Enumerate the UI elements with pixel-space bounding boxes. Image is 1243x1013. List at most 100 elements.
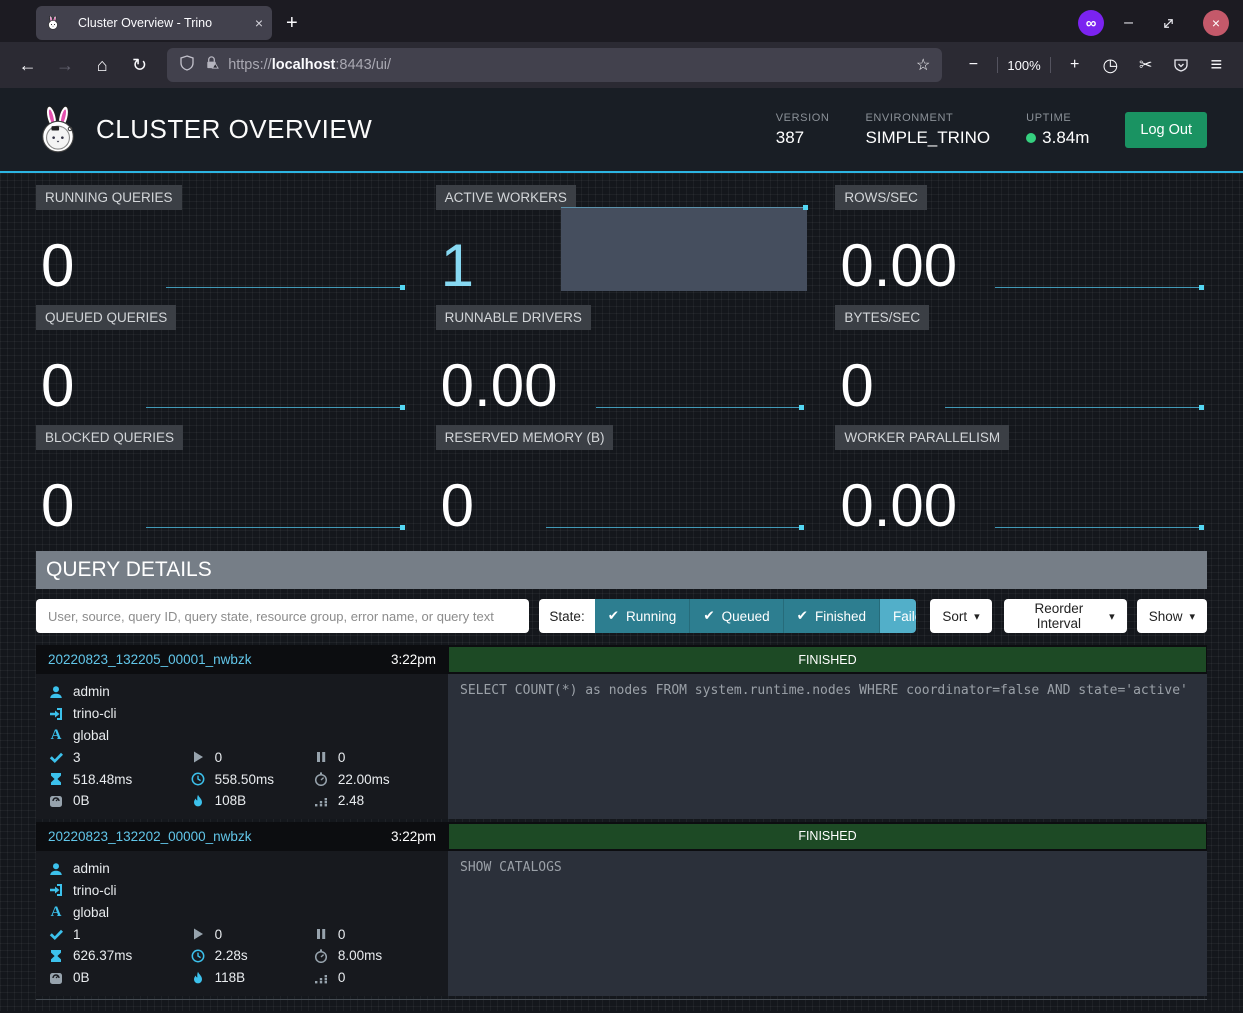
lock-warning-icon[interactable] <box>204 55 219 75</box>
stat-label: RUNNABLE DRIVERS <box>436 305 591 330</box>
show-dropdown[interactable]: Show ▾ <box>1137 599 1207 633</box>
stat-label: BLOCKED QUERIES <box>36 425 183 450</box>
check-icon: ✔ <box>703 608 714 624</box>
query-details-heading: QUERY DETAILS <box>36 551 1207 589</box>
stat-value: 0 <box>840 354 873 417</box>
url-text: https://localhost:8443/ui/ <box>228 57 391 73</box>
wall-time-icon <box>48 949 64 963</box>
stat-value: 0.00 <box>840 474 957 537</box>
stat-label: BYTES/SEC <box>835 305 929 330</box>
query-row: 20220823_132205_00001_nwbzk 3:22pm FINIS… <box>36 645 1207 819</box>
query-row: 20220823_132202_00000_nwbzk 3:22pm FINIS… <box>36 822 1207 996</box>
window-controls: ∞ – × <box>1078 8 1229 38</box>
query-source: trino-cli <box>73 883 117 898</box>
window-close-button[interactable]: × <box>1203 10 1229 36</box>
tab-close-icon[interactable]: × <box>255 15 263 31</box>
trino-bunny-favicon <box>45 16 61 30</box>
cpu-time-icon <box>313 772 329 786</box>
browser-tab[interactable]: Cluster Overview - Trino × <box>36 6 272 40</box>
query-search-input[interactable] <box>36 599 529 633</box>
stat-label: RUNNING QUERIES <box>36 185 182 210</box>
state-filter-running[interactable]: ✔ Running <box>595 599 690 633</box>
query-status-badge: FINISHED <box>449 647 1206 672</box>
private-browsing-icon: ∞ <box>1078 10 1104 36</box>
chevron-down-icon: ▾ <box>974 610 980 623</box>
stat-label: ROWS/SEC <box>835 185 927 210</box>
forward-icon[interactable]: → <box>49 50 80 80</box>
menu-icon[interactable]: ≡ <box>1202 50 1231 80</box>
sparkline <box>166 287 404 288</box>
running-splits-icon <box>190 927 206 941</box>
query-user: admin <box>73 861 110 876</box>
sparkline <box>546 527 804 528</box>
sparkline-area <box>561 207 808 291</box>
bookmark-star-icon[interactable]: ☆ <box>916 55 930 75</box>
history-icon[interactable]: ◷ <box>1096 50 1125 80</box>
state-filter-failed-dropdown[interactable]: Failed ▾ <box>879 599 916 633</box>
logout-button[interactable]: Log Out <box>1125 112 1207 148</box>
query-id-link[interactable]: 20220823_132202_00000_nwbzk <box>48 829 251 844</box>
query-source: trino-cli <box>73 706 117 721</box>
stat-card-runnable-drivers: RUNNABLE DRIVERS 0.00 <box>436 305 808 417</box>
state-filter-queued[interactable]: ✔ Queued <box>689 599 782 633</box>
home-icon[interactable]: ⌂ <box>87 50 118 80</box>
sparkline <box>995 527 1203 528</box>
chevron-down-icon: ▾ <box>1189 610 1195 623</box>
stat-value: 0 <box>41 234 74 297</box>
query-filter-toolbar: State: ✔ Running ✔ Queued ✔ Finished Fa <box>36 599 1207 633</box>
query-id-link[interactable]: 20220823_132205_00001_nwbzk <box>48 652 251 667</box>
version-meta: VERSION 387 <box>776 112 830 148</box>
browser-tab-bar: Cluster Overview - Trino × + ∞ – × <box>0 0 1243 42</box>
back-icon[interactable]: ← <box>12 50 43 80</box>
reload-icon[interactable]: ↻ <box>124 50 155 80</box>
sparkline <box>146 527 404 528</box>
zoom-out-icon[interactable]: − <box>958 50 988 80</box>
queued-splits-icon <box>313 927 329 941</box>
cumulative-memory-icon <box>190 971 206 985</box>
sort-dropdown[interactable]: Sort ▾ <box>930 599 991 633</box>
wall-time-icon <box>48 772 64 786</box>
state-filter-group: State: ✔ Running ✔ Queued ✔ Finished Fa <box>539 599 916 633</box>
reorder-interval-dropdown[interactable]: Reorder Interval ▾ <box>1004 599 1127 633</box>
query-stats-panel: admin trino-cli Aglobal 3 0 0 518.48ms 5… <box>36 674 448 819</box>
cluster-stats-grid: RUNNING QUERIES 0 ACTIVE WORKERS 1 ROWS/… <box>36 173 1207 545</box>
stat-label: RESERVED MEMORY (B) <box>436 425 614 450</box>
sparkline <box>995 287 1203 288</box>
stat-value: 1 <box>441 234 474 297</box>
screenshot-icon[interactable]: ✂ <box>1131 50 1160 80</box>
pocket-shield-icon[interactable] <box>1166 50 1195 80</box>
current-memory-icon <box>48 971 64 985</box>
uptime-status-dot <box>1026 133 1036 143</box>
query-text: SHOW CATALOGS <box>448 851 1207 996</box>
zoom-level[interactable]: 100% <box>1007 58 1040 73</box>
environment-meta: ENVIRONMENT SIMPLE_TRINO <box>865 112 990 148</box>
tab-title: Cluster Overview - Trino <box>78 16 247 30</box>
check-icon: ✔ <box>797 608 808 624</box>
query-time: 3:22pm <box>391 829 436 844</box>
stat-card-reserved-memory: RESERVED MEMORY (B) 0 <box>436 425 808 537</box>
sign-in-icon <box>48 707 64 721</box>
page-title: CLUSTER OVERVIEW <box>96 114 372 145</box>
window-minimize-button[interactable]: – <box>1124 14 1133 32</box>
user-icon <box>48 685 64 699</box>
current-memory-icon <box>48 794 64 808</box>
url-bar[interactable]: https://localhost:8443/ui/ ☆ <box>167 48 942 82</box>
window-restore-button[interactable] <box>1153 8 1183 38</box>
completed-splits-icon <box>48 750 64 764</box>
stat-card-rows-sec: ROWS/SEC 0.00 <box>835 185 1207 297</box>
query-status-badge: FINISHED <box>449 824 1206 849</box>
queued-splits-icon <box>313 750 329 764</box>
stat-value: 0 <box>441 474 474 537</box>
sparkline <box>146 407 404 408</box>
state-filter-finished[interactable]: ✔ Finished <box>783 599 879 633</box>
sparkline <box>945 407 1203 408</box>
trino-logo <box>36 106 80 154</box>
query-user: admin <box>73 684 110 699</box>
query-list: 20220823_132205_00001_nwbzk 3:22pm FINIS… <box>36 645 1207 1000</box>
sparkline <box>596 407 804 408</box>
zoom-in-icon[interactable]: + <box>1060 50 1090 80</box>
trino-cluster-overview-page: CLUSTER OVERVIEW VERSION 387 ENVIRONMENT… <box>0 88 1243 1013</box>
tracking-shield-icon[interactable] <box>179 55 195 76</box>
elapsed-time-icon <box>190 949 206 963</box>
new-tab-button[interactable]: + <box>286 12 298 35</box>
